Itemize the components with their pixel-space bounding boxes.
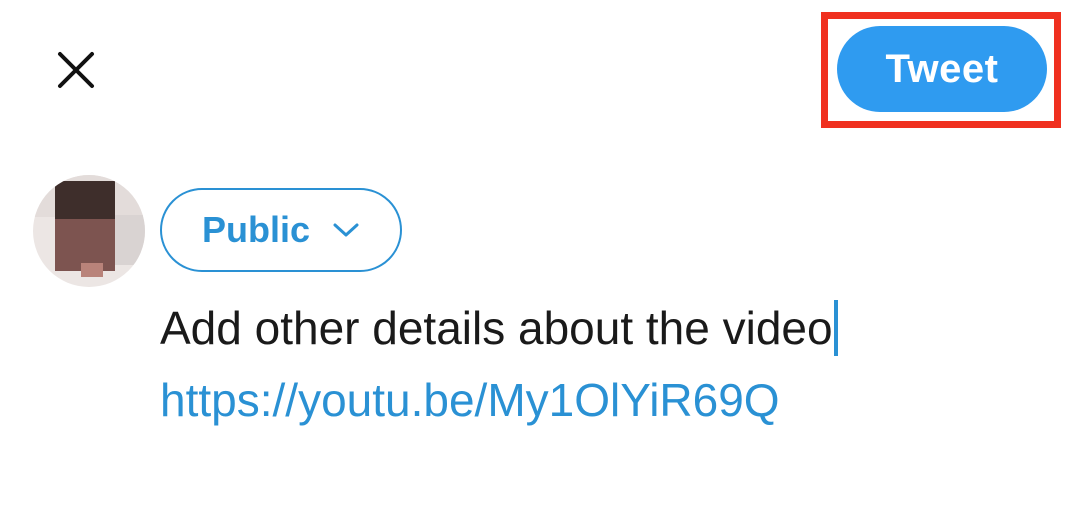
close-icon [58,52,94,88]
compose-tweet-screen: Tweet Public Add other details about the… [0,0,1080,523]
tweet-text-line: Add other details about the video [160,292,1040,364]
text-cursor [833,300,838,356]
avatar[interactable] [33,175,145,287]
audience-label: Public [201,209,311,250]
audience-selector[interactable]: Public [160,188,402,272]
chevron-down-icon [333,223,359,237]
tweet-button[interactable]: Tweet [837,26,1047,112]
tweet-text-area[interactable]: Add other details about the video https:… [160,292,1040,436]
close-button[interactable] [48,42,104,98]
tweet-link[interactable]: https://youtu.be/My1OlYiR69Q [160,364,1040,436]
tweet-text: Add other details about the video [160,302,833,354]
